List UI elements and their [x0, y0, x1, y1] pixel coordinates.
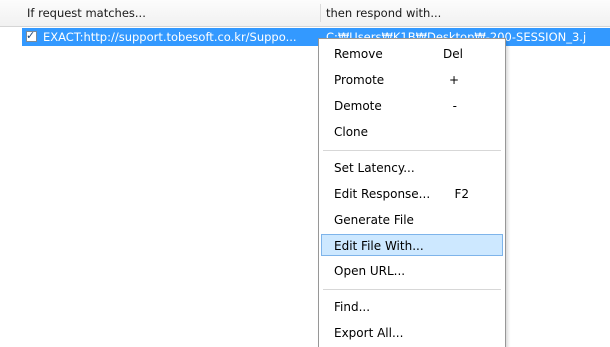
- rules-column-header: If request matches... then respond with.…: [0, 0, 610, 27]
- menu-item-shortcut: +: [448, 73, 459, 87]
- menu-item-open-url[interactable]: Open URL...: [321, 260, 503, 282]
- menu-item-label: Promote: [334, 73, 385, 87]
- context-menu: Remove Del Promote + Demote - Clone Set …: [318, 38, 506, 347]
- menu-item-shortcut: -: [452, 99, 457, 113]
- menu-item-label: Edit File With...: [334, 239, 424, 253]
- match-column-header[interactable]: If request matches...: [27, 0, 317, 26]
- menu-item-clone[interactable]: Clone: [321, 121, 503, 143]
- menu-separator: [323, 289, 501, 290]
- menu-item-export-all[interactable]: Export All...: [321, 322, 503, 344]
- checkmark-icon: ✓: [26, 29, 36, 42]
- menu-item-remove[interactable]: Remove Del: [321, 43, 503, 65]
- menu-item-label: Generate File: [334, 213, 414, 227]
- respond-column-header[interactable]: then respond with...: [326, 0, 610, 26]
- menu-item-shortcut: F2: [454, 187, 469, 201]
- autoresponder-rules-view: If request matches... then respond with.…: [0, 0, 610, 347]
- menu-item-label: Clone: [334, 125, 369, 139]
- menu-item-set-latency[interactable]: Set Latency...: [321, 157, 503, 179]
- menu-item-label: Set Latency...: [334, 161, 415, 175]
- menu-item-generate-file[interactable]: Generate File: [321, 209, 503, 231]
- menu-separator: [323, 150, 501, 151]
- menu-item-find[interactable]: Find...: [321, 296, 503, 318]
- menu-item-edit-response[interactable]: Edit Response... F2: [321, 183, 503, 205]
- menu-item-label: Open URL...: [334, 264, 406, 278]
- column-divider[interactable]: [320, 4, 321, 22]
- menu-item-shortcut: Del: [443, 47, 463, 61]
- rule-match-text: EXACT:http://support.tobesoft.co.kr/Supp…: [43, 30, 297, 44]
- menu-item-label: Remove: [334, 47, 383, 61]
- menu-item-edit-file-with[interactable]: Edit File With...: [321, 234, 503, 256]
- menu-item-label: Find...: [334, 300, 371, 314]
- menu-item-label: Edit Response...: [334, 187, 431, 201]
- rule-enabled-checkbox[interactable]: ✓: [26, 29, 37, 42]
- menu-item-label: Export All...: [334, 326, 404, 340]
- menu-item-demote[interactable]: Demote -: [321, 95, 503, 117]
- menu-item-promote[interactable]: Promote +: [321, 69, 503, 91]
- menu-item-label: Demote: [334, 99, 382, 113]
